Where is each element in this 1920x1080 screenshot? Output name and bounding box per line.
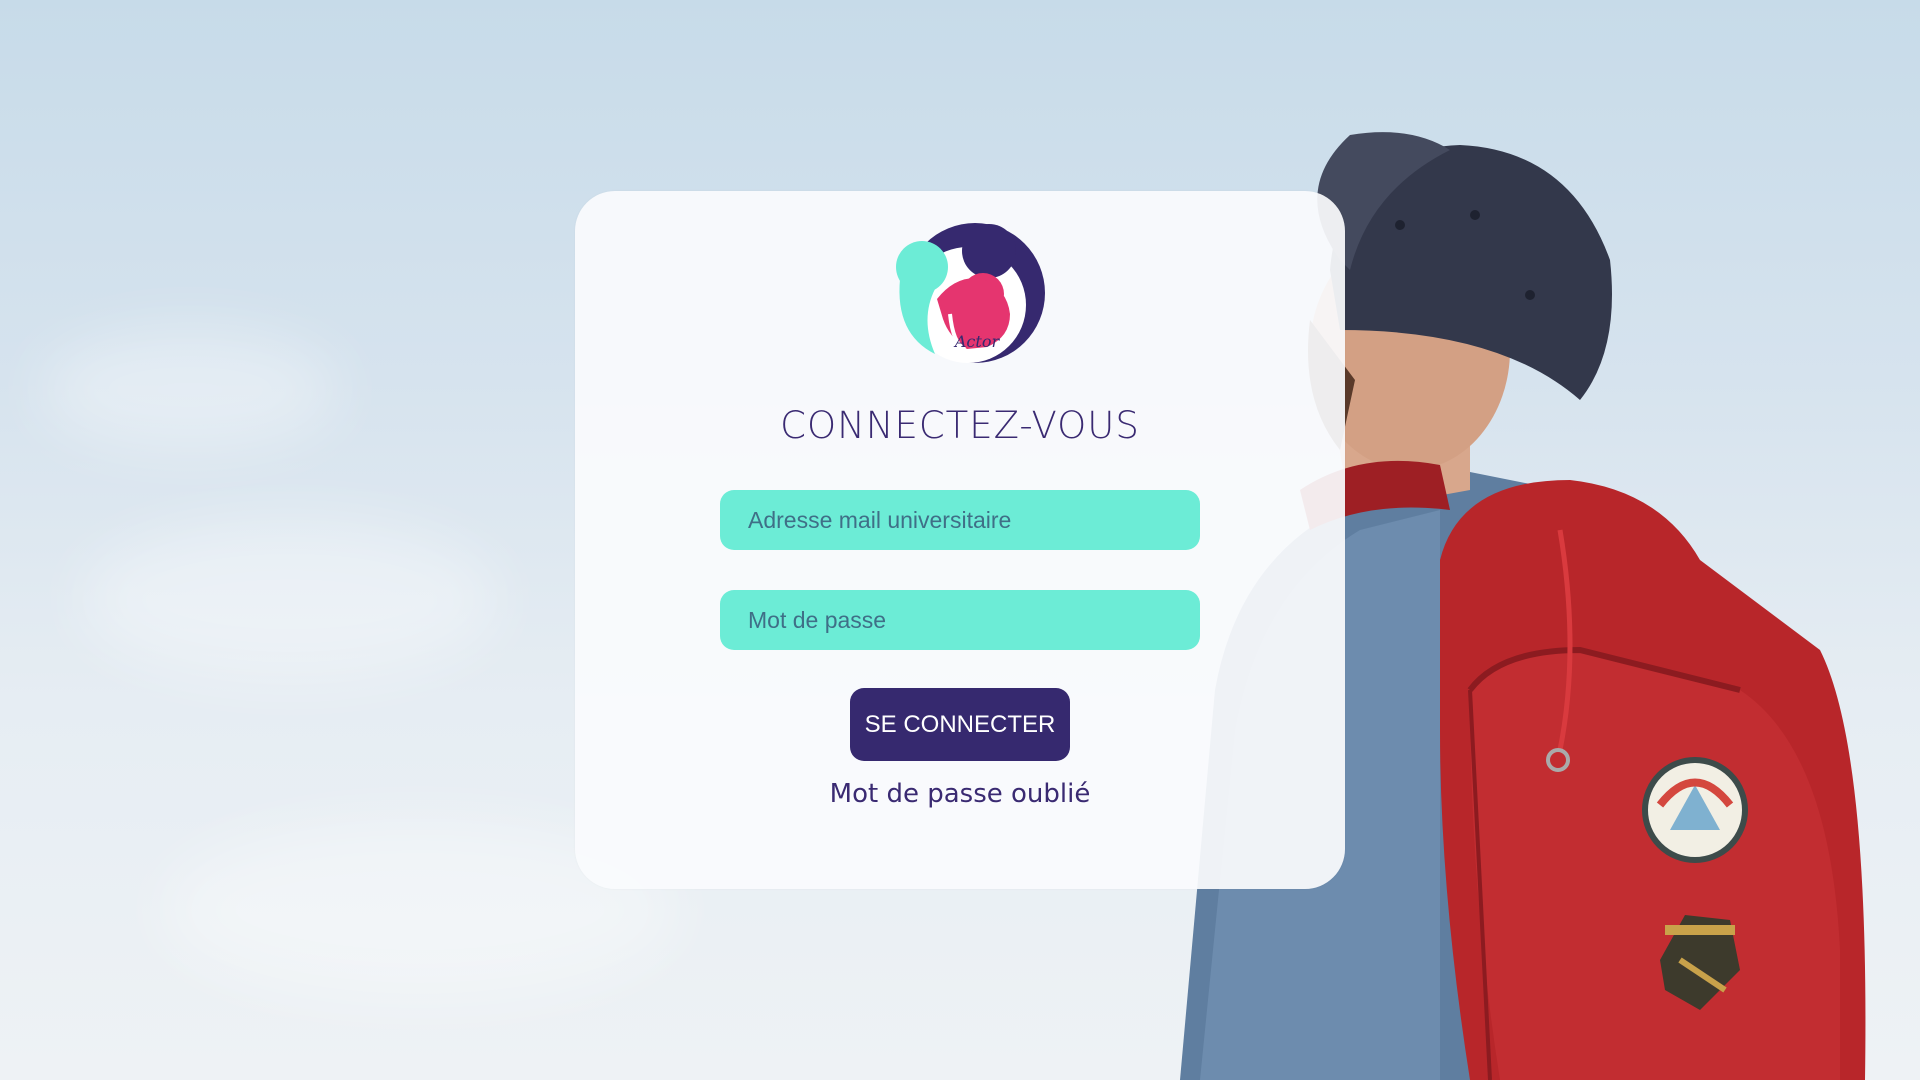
page-title: CONNECTEZ-VOUS bbox=[780, 404, 1140, 447]
cloud bbox=[40, 330, 340, 450]
login-button[interactable]: SE CONNECTER bbox=[850, 688, 1070, 761]
logo-text: Actor bbox=[953, 332, 1001, 351]
password-field[interactable] bbox=[720, 590, 1200, 650]
forgot-password-link[interactable]: Mot de passe oublié bbox=[575, 779, 1345, 809]
email-field[interactable] bbox=[720, 490, 1200, 550]
login-card: Actor CONNECTEZ-VOUS SE CONNECTER Mot de… bbox=[575, 191, 1345, 889]
cloud bbox=[80, 520, 500, 680]
actor-logo-icon: Actor bbox=[896, 223, 1045, 363]
